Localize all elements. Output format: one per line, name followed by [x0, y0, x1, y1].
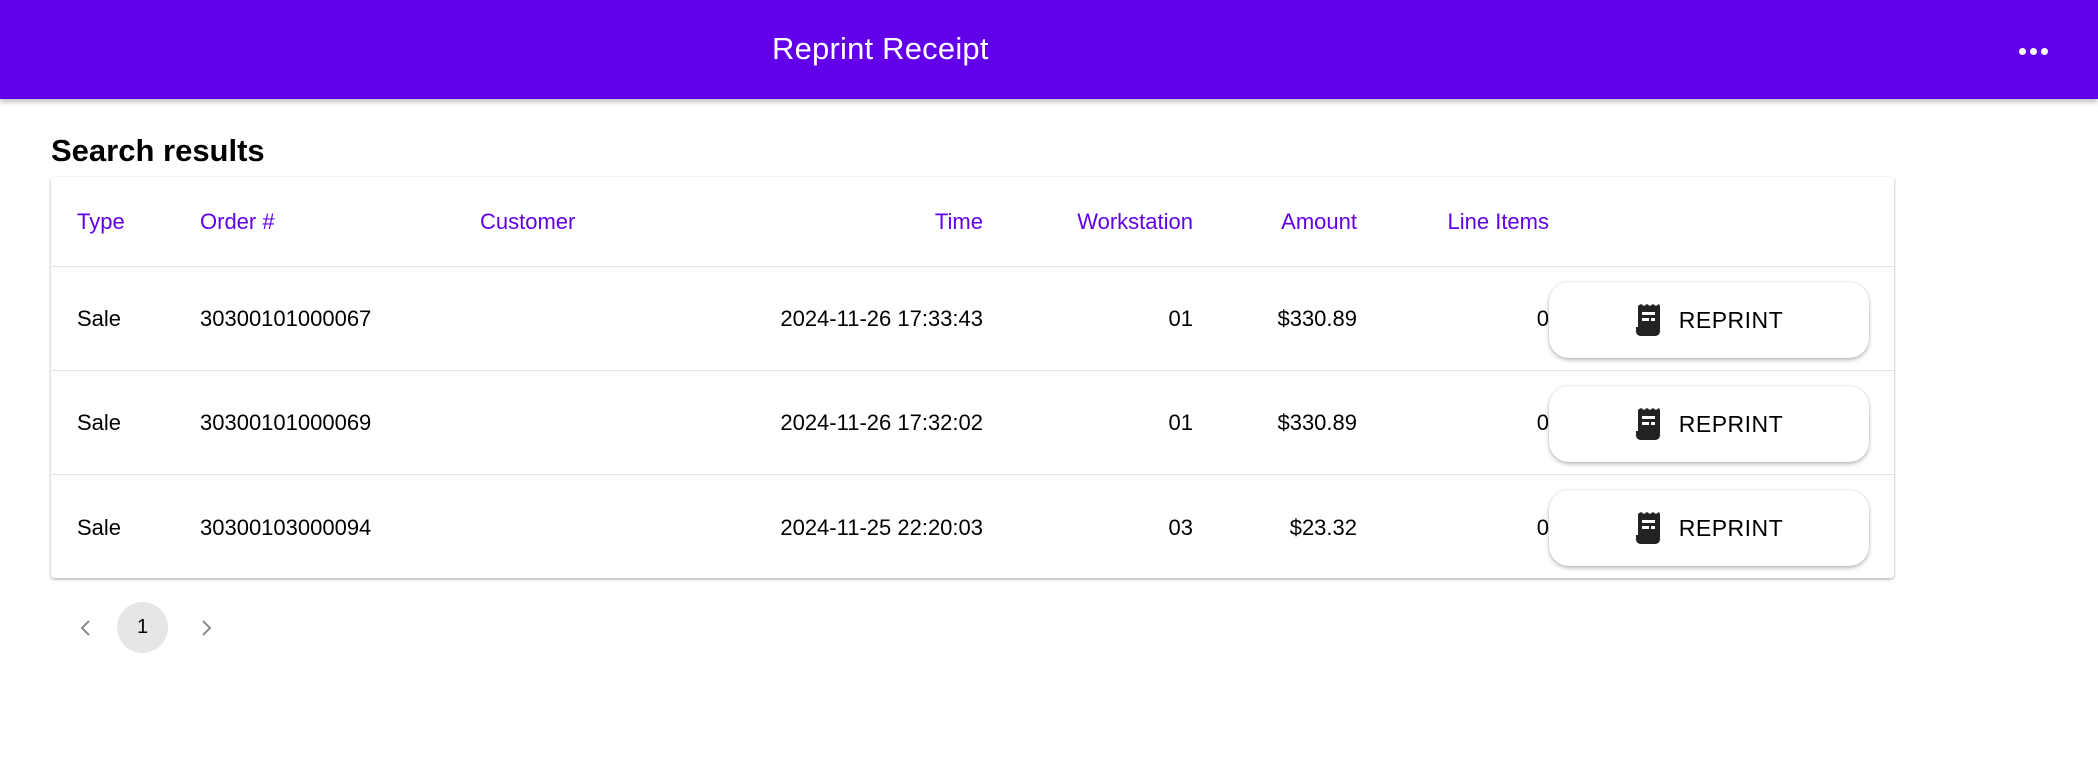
column-header-line-items[interactable]: Line Items — [1361, 177, 1550, 266]
cell-workstation: 01 — [1168, 410, 1193, 435]
reprint-button[interactable]: REPRINT — [1549, 386, 1869, 462]
column-header-type[interactable]: Type — [77, 177, 177, 266]
cell-type: Sale — [77, 306, 122, 331]
column-header-customer[interactable]: Customer — [480, 177, 680, 266]
reprint-button-label: REPRINT — [1678, 306, 1784, 333]
column-header-workstation[interactable]: Workstation — [991, 177, 1193, 266]
cell-type: Sale — [77, 410, 122, 435]
app-bar: Reprint Receipt — [0, 0, 2098, 99]
reprint-button-label: REPRINT — [1678, 514, 1784, 541]
previous-page-button[interactable] — [66, 602, 106, 654]
cell-workstation: 01 — [1168, 306, 1193, 331]
cell-amount: $330.89 — [1277, 410, 1357, 435]
receipt-icon — [1635, 512, 1660, 544]
column-header-order[interactable]: Order # — [200, 177, 460, 266]
table-row[interactable]: Sale 30300101000069 2024-11-26 17:32:02 … — [51, 372, 1894, 475]
more-horiz-icon — [2017, 47, 2050, 55]
column-header-time[interactable]: Time — [691, 177, 983, 266]
cell-customer — [480, 372, 680, 474]
cell-line-items: 0 — [1536, 306, 1549, 331]
cell-workstation: 03 — [1168, 514, 1193, 540]
cell-amount: $23.32 — [1289, 514, 1357, 540]
table-header-row: Type Order # Customer Time Workstation A… — [51, 177, 1894, 267]
table-row[interactable]: Sale 30300101000067 2024-11-26 17:33:43 … — [51, 268, 1894, 371]
receipt-icon — [1635, 304, 1660, 336]
cell-line-items: 0 — [1536, 410, 1549, 435]
cell-type: Sale — [77, 514, 122, 540]
cell-time: 2024-11-25 22:20:03 — [780, 514, 983, 540]
cell-order-number: 30300101000069 — [200, 410, 372, 435]
results-table: Type Order # Customer Time Workstation A… — [51, 177, 1894, 578]
cell-customer — [480, 476, 680, 579]
section-title: Search results — [51, 133, 265, 168]
next-page-button[interactable] — [186, 602, 226, 654]
chevron-right-icon — [202, 620, 212, 636]
cell-time: 2024-11-26 17:32:02 — [780, 410, 983, 435]
cell-amount: $330.89 — [1277, 306, 1357, 331]
cell-time: 2024-11-26 17:33:43 — [780, 306, 983, 331]
page-button[interactable]: 1 — [117, 602, 168, 653]
cell-customer — [480, 268, 680, 370]
table-row[interactable]: Sale 30300103000094 2024-11-25 22:20:03 … — [51, 476, 1894, 579]
cell-line-items: 0 — [1536, 514, 1549, 540]
receipt-icon — [1635, 408, 1660, 440]
chevron-left-icon — [80, 620, 90, 636]
cell-order-number: 30300103000094 — [200, 514, 372, 540]
reprint-button[interactable]: REPRINT — [1549, 490, 1869, 566]
column-header-amount[interactable]: Amount — [1201, 177, 1357, 266]
cell-order-number: 30300101000067 — [200, 306, 372, 331]
more-options-button[interactable] — [2012, 30, 2054, 72]
page-title: Reprint Receipt — [772, 31, 989, 66]
reprint-button[interactable]: REPRINT — [1549, 282, 1869, 358]
reprint-button-label: REPRINT — [1678, 410, 1784, 437]
